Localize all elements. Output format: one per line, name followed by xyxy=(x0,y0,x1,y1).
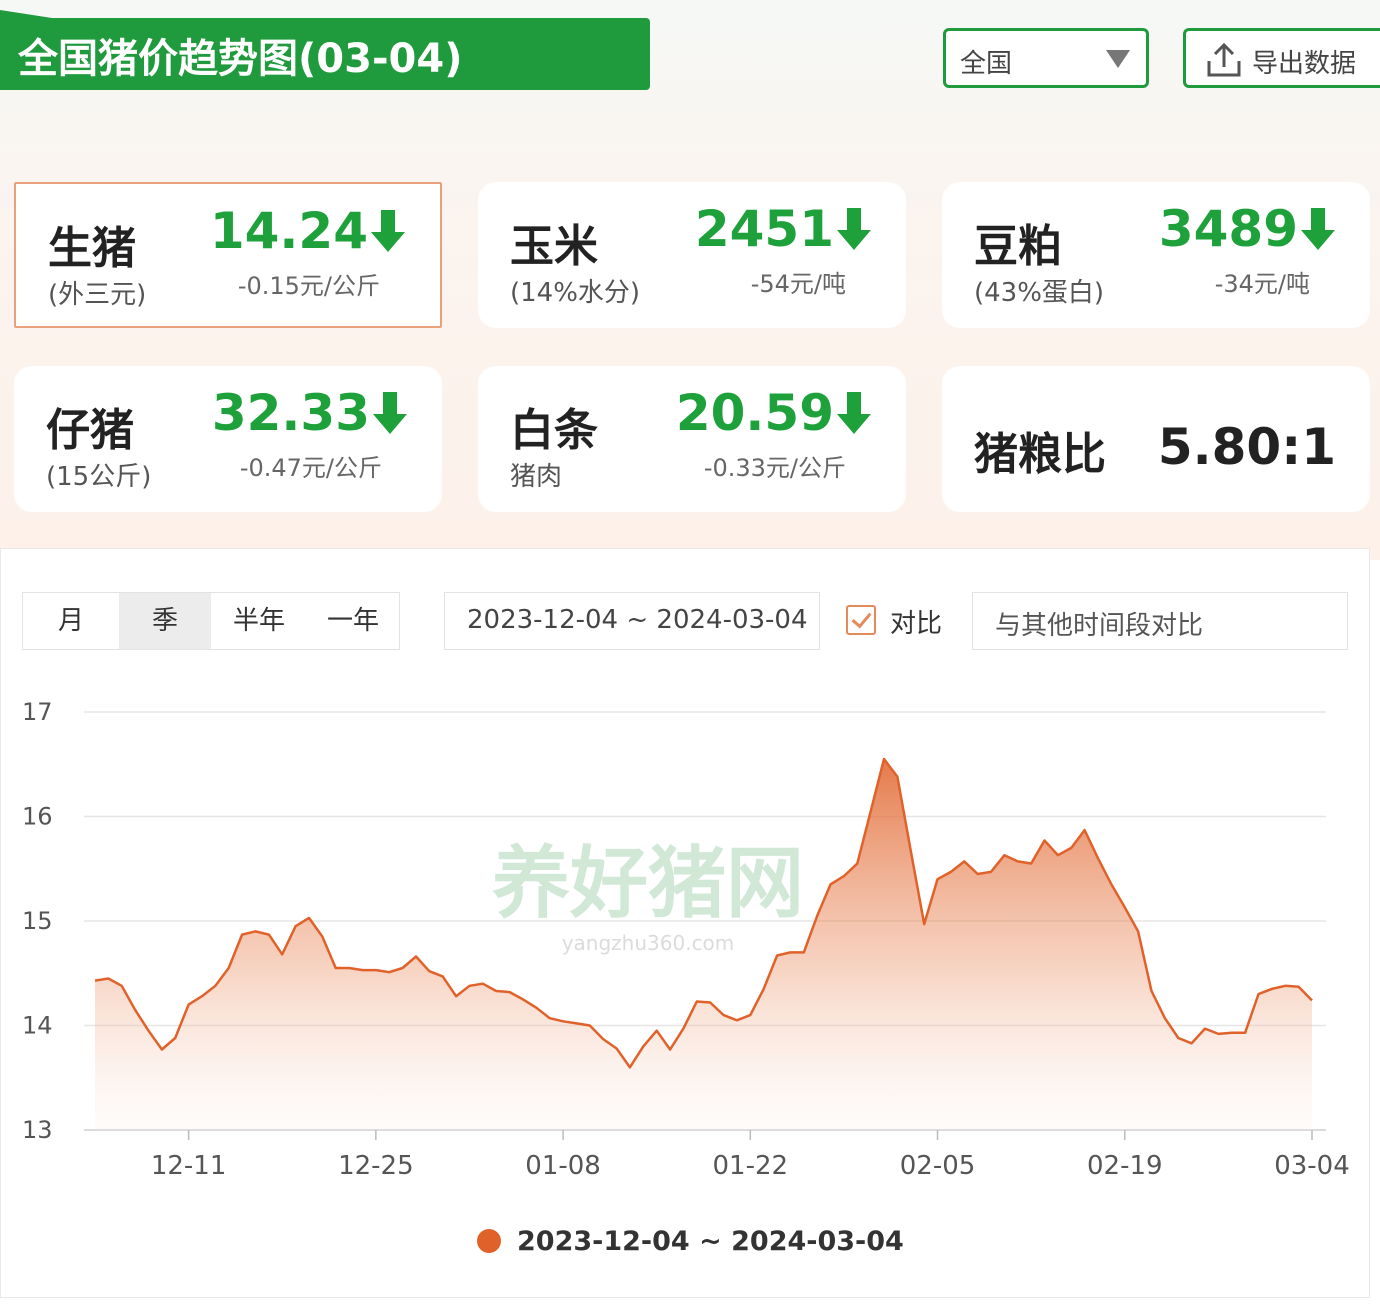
card-change: -34元/吨 xyxy=(1214,270,1310,298)
tab-month[interactable]: 月 xyxy=(23,593,119,649)
card-name: 玉米 xyxy=(510,221,598,272)
watermark-logo: 养好猪网 xyxy=(492,839,804,929)
upload-icon xyxy=(1206,41,1242,83)
compare-label: 对比 xyxy=(890,609,943,639)
date-range-value: 2023-12-04 ~ 2024-03-04 xyxy=(467,605,808,635)
down-arrow-icon xyxy=(837,208,871,250)
compare-checkbox[interactable] xyxy=(846,605,876,635)
card-price-value: 3489 xyxy=(1158,200,1298,258)
card-change: -0.47元/公斤 xyxy=(239,454,382,482)
x-tick-label: 01-08 xyxy=(525,1151,601,1181)
x-tick-label: 02-05 xyxy=(900,1151,976,1181)
card-corn[interactable]: 玉米 (14%水分) 2451 -54元/吨 xyxy=(478,182,906,328)
title-banner: 全国猪价趋势图(03-04) xyxy=(0,10,650,90)
card-change: -0.33元/公斤 xyxy=(703,454,846,482)
card-piglet[interactable]: 仔猪 (15公斤) 32.33 -0.47元/公斤 xyxy=(14,366,442,512)
tab-year[interactable]: 一年 xyxy=(307,593,399,649)
down-arrow-icon xyxy=(837,392,871,434)
card-change: -54元/吨 xyxy=(750,270,846,298)
date-range-picker[interactable]: 2023-12-04 ~ 2024-03-04 xyxy=(444,592,820,650)
down-arrow-icon xyxy=(1301,208,1335,250)
card-name: 豆粕 xyxy=(974,221,1062,272)
card-live-pig[interactable]: 生猪 (外三元) 14.24 -0.15元/公斤 xyxy=(14,182,442,328)
down-arrow-icon xyxy=(371,210,405,252)
card-price: 32.33 xyxy=(212,384,408,442)
x-tick-label: 02-19 xyxy=(1087,1151,1163,1181)
y-tick-label: 14 xyxy=(22,1012,53,1040)
chevron-down-icon xyxy=(1106,50,1130,68)
y-tick-label: 15 xyxy=(22,907,53,935)
region-select-value: 全国 xyxy=(960,49,1013,79)
card-sub: (43%蛋白) xyxy=(974,278,1105,308)
card-price-value: 20.59 xyxy=(675,384,834,442)
ratio-value: 5.80:1 xyxy=(1157,418,1336,476)
card-name: 白条 xyxy=(510,405,598,456)
y-tick-label: 17 xyxy=(22,698,53,726)
watermark-url: yangzhu360.com xyxy=(562,931,735,955)
card-sub: 猪肉 xyxy=(510,462,563,492)
price-trend-chart: 养好猪网 yangzhu360.com 13 14 15 16 17 12-11 12-25… xyxy=(22,698,1350,1257)
compare-period-placeholder: 与其他时间段对比 xyxy=(995,611,1204,641)
card-price: 14.24 xyxy=(210,202,406,260)
card-price: 3489 xyxy=(1159,200,1336,258)
card-price: 20.59 xyxy=(676,384,872,442)
y-tick-label: 16 xyxy=(22,803,53,831)
region-select[interactable]: 全国 xyxy=(943,28,1149,88)
x-tick-label: 12-11 xyxy=(151,1151,227,1181)
legend-swatch xyxy=(477,1229,501,1253)
legend-label: 2023-12-04 ~ 2024-03-04 xyxy=(517,1226,904,1257)
card-change: -0.15元/公斤 xyxy=(237,272,380,300)
card-price: 2451 xyxy=(695,200,872,258)
export-data-button[interactable]: 导出数据 xyxy=(1183,28,1380,88)
card-name: 猪粮比 xyxy=(974,429,1106,480)
card-sub: (15公斤) xyxy=(46,462,152,492)
x-tick-label: 03-04 xyxy=(1274,1151,1350,1181)
card-soymeal[interactable]: 豆粕 (43%蛋白) 3489 -34元/吨 xyxy=(942,182,1370,328)
card-name: 生猪 xyxy=(48,223,136,274)
tab-quarter[interactable]: 季 xyxy=(119,593,211,649)
down-arrow-icon xyxy=(373,392,407,434)
card-carcass[interactable]: 白条 猪肉 20.59 -0.33元/公斤 xyxy=(478,366,906,512)
page-title: 全国猪价趋势图(03-04) xyxy=(18,36,463,82)
range-tabs: 月 季 半年 一年 xyxy=(22,592,400,650)
x-tick-label: 12-25 xyxy=(338,1151,414,1181)
card-sub: (14%水分) xyxy=(510,278,641,308)
y-tick-label: 13 xyxy=(22,1116,53,1144)
card-name: 仔猪 xyxy=(46,405,134,456)
card-price-value: 32.33 xyxy=(211,384,370,442)
export-data-label: 导出数据 xyxy=(1252,49,1357,79)
card-price-value: 2451 xyxy=(694,200,834,258)
card-price-value: 14.24 xyxy=(209,202,368,260)
tab-half-year[interactable]: 半年 xyxy=(211,593,307,649)
compare-period-input[interactable]: 与其他时间段对比 xyxy=(972,592,1348,650)
card-sub: (外三元) xyxy=(48,280,147,310)
x-tick-label: 01-22 xyxy=(713,1151,789,1181)
card-pig-grain-ratio[interactable]: 猪粮比 5.80:1 xyxy=(942,366,1370,512)
